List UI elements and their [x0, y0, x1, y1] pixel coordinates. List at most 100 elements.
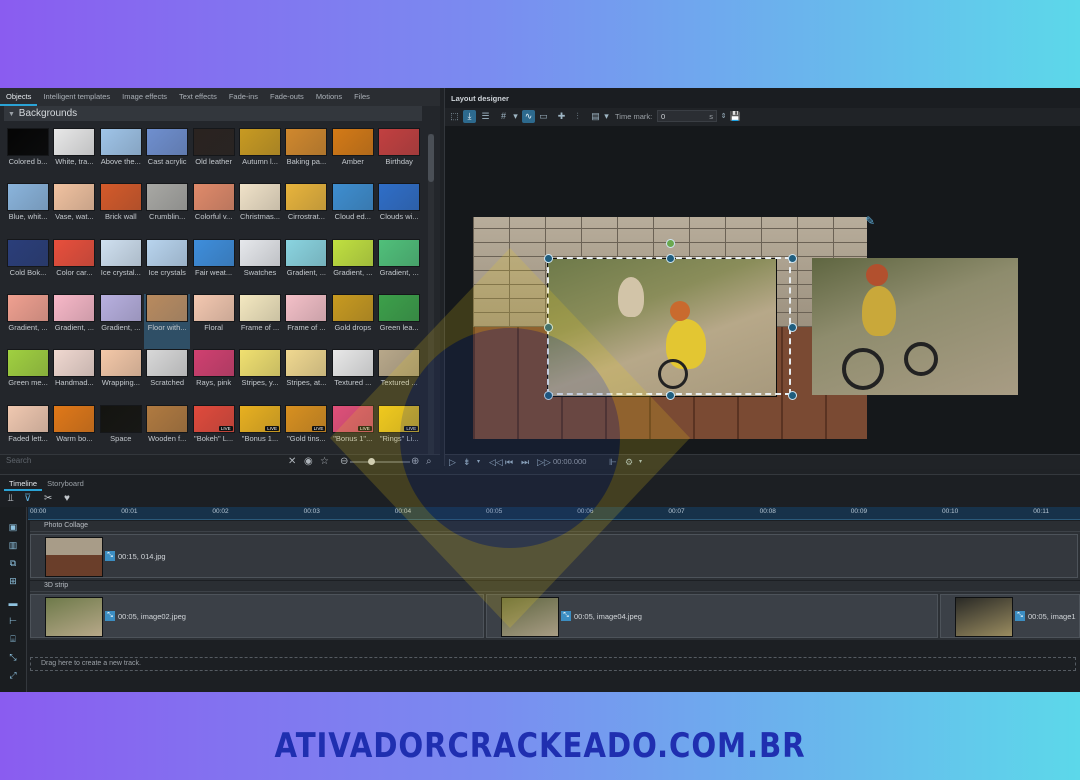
background-tile[interactable]: Gradient, ...: [51, 293, 97, 349]
add-collage-icon[interactable]: ⧉: [7, 557, 19, 569]
background-tile[interactable]: Scratched: [144, 349, 190, 404]
add-image-icon[interactable]: ▣: [7, 521, 19, 533]
time-ruler[interactable]: 00:00 00:01 00:02 00:03 00:04 00:05 00:06 00:07…: [28, 507, 1080, 520]
background-tile[interactable]: Ice crystals: [144, 238, 190, 294]
camera-icon[interactable]: ▭: [537, 110, 550, 123]
background-tile[interactable]: Green lea...: [376, 293, 422, 349]
close-icon[interactable]: ✕: [288, 455, 296, 469]
tab-text-effects[interactable]: Text effects: [173, 88, 223, 106]
selection-box[interactable]: [547, 257, 791, 395]
layout-tool-icon[interactable]: ⤓: [463, 110, 476, 123]
fit-icon[interactable]: ⤢: [7, 669, 19, 681]
heart-icon[interactable]: ♥: [64, 493, 70, 504]
background-tile[interactable]: Wooden f...: [144, 404, 190, 460]
resize-handle[interactable]: [544, 323, 553, 332]
play-dropdown-icon[interactable]: ▾: [477, 455, 480, 469]
background-tile[interactable]: Above the...: [98, 128, 144, 183]
resize-handle[interactable]: [666, 391, 675, 400]
rewind-icon[interactable]: ◁◁: [489, 455, 503, 469]
background-tile[interactable]: Color car...: [51, 238, 97, 294]
play-options-icon[interactable]: ⇟: [463, 455, 471, 469]
side-photo[interactable]: [812, 258, 1018, 395]
search-field[interactable]: Search: [6, 456, 31, 465]
curve-tool-icon[interactable]: ∿: [522, 110, 535, 123]
background-tile[interactable]: Frame of ...: [237, 293, 283, 349]
tab-files[interactable]: Files: [348, 88, 376, 106]
background-tile[interactable]: Space: [98, 404, 144, 460]
steps-icon[interactable]: ⌸: [7, 633, 19, 645]
resize-handle[interactable]: [788, 323, 797, 332]
zoom-out-icon[interactable]: ⊖: [340, 455, 348, 469]
expand-icon[interactable]: ⤡: [7, 651, 19, 663]
background-tile[interactable]: Floral: [191, 293, 237, 349]
forward-icon[interactable]: ▷▷: [537, 455, 551, 469]
playhead-icon[interactable]: ⊽: [24, 493, 31, 504]
zoom-slider[interactable]: [350, 458, 410, 465]
background-tile[interactable]: LIVE "Bokeh" L...: [191, 404, 237, 460]
tab-objects[interactable]: Objects: [0, 88, 38, 106]
background-tile[interactable]: Amber: [330, 128, 376, 183]
background-tile[interactable]: Cast acrylic: [144, 128, 190, 183]
background-tile[interactable]: Faded lett...: [5, 404, 51, 460]
tab-intelligent-templates[interactable]: Intelligent templates: [37, 88, 116, 106]
align-icon[interactable]: ⫶: [571, 110, 584, 123]
background-tile[interactable]: Textured ...: [376, 349, 422, 404]
resize-handle[interactable]: [666, 254, 675, 263]
background-tile[interactable]: Gradient, ...: [98, 293, 144, 349]
track-header-3d-strip[interactable]: 3D strip: [30, 581, 1080, 591]
background-tile[interactable]: Stripes, at...: [283, 349, 329, 404]
background-tile[interactable]: Birthday: [376, 128, 422, 183]
background-tile[interactable]: Cloud ed...: [330, 183, 376, 238]
background-tile[interactable]: Swatches: [237, 238, 283, 294]
timeline-clip[interactable]: ⤡ 00:05, image1: [940, 594, 1080, 638]
background-tile[interactable]: Christmas...: [237, 183, 283, 238]
background-tile[interactable]: Gradient, ...: [330, 238, 376, 294]
background-tile[interactable]: Gold drops: [330, 293, 376, 349]
next-frame-icon[interactable]: ⏭: [521, 455, 529, 469]
format-dropdown-icon[interactable]: ▾: [600, 110, 613, 123]
pen-icon[interactable]: ✎: [865, 214, 875, 228]
background-tile[interactable]: Gradient, ...: [5, 293, 51, 349]
resize-handle[interactable]: [788, 254, 797, 263]
background-tile[interactable]: Handmad...: [51, 349, 97, 404]
background-tile[interactable]: Frame of ...: [283, 293, 329, 349]
save-icon[interactable]: 💾: [729, 110, 742, 123]
background-tile[interactable]: Blue, whit...: [5, 183, 51, 238]
background-tile[interactable]: Cold Bok...: [5, 238, 51, 294]
zoom-slider-knob[interactable]: [368, 458, 375, 465]
background-tile[interactable]: Colored b...: [5, 128, 51, 183]
background-tile[interactable]: Fair weat...: [191, 238, 237, 294]
time-mark-input[interactable]: 0s: [657, 110, 717, 122]
objects-scrollbar[interactable]: [428, 134, 434, 454]
play-icon[interactable]: ▷: [449, 455, 456, 469]
search-icon[interactable]: ⌕: [426, 455, 432, 469]
background-tile[interactable]: Gradient, ...: [283, 238, 329, 294]
background-tile[interactable]: LIVE "Bonus 1...: [237, 404, 283, 460]
track-header-photo-collage[interactable]: Photo Collage: [30, 521, 1080, 531]
markers-icon[interactable]: ⫫: [8, 493, 14, 504]
backgrounds-group-header[interactable]: ▼ Backgrounds: [4, 106, 422, 121]
resize-handle[interactable]: [788, 391, 797, 400]
background-tile[interactable]: Gradient, ...: [376, 238, 422, 294]
background-tile[interactable]: Warm bo...: [51, 404, 97, 460]
background-tile[interactable]: Vase, wat...: [51, 183, 97, 238]
timeline-clip[interactable]: ⤡ 00:15, 014.jpg: [30, 534, 1078, 578]
background-tile[interactable]: Brick wall: [98, 183, 144, 238]
background-tile[interactable]: Rays, pink: [191, 349, 237, 404]
background-tile[interactable]: LIVE "Rings" Li...: [376, 404, 422, 460]
background-tile[interactable]: White, tra...: [51, 128, 97, 183]
tab-image-effects[interactable]: Image effects: [116, 88, 173, 106]
background-tile[interactable]: Cirrostrat...: [283, 183, 329, 238]
cut-icon[interactable]: ✂: [44, 493, 52, 504]
resize-handle[interactable]: [544, 254, 553, 263]
add-strip-icon[interactable]: ▬: [7, 597, 19, 609]
select-tool-icon[interactable]: ⬚: [448, 110, 461, 123]
timeline-clip[interactable]: ⤡ 00:05, image04.jpeg: [486, 594, 938, 638]
eye-icon[interactable]: ◉: [304, 455, 313, 469]
settings-dropdown-icon[interactable]: ▾: [639, 455, 642, 469]
timeline-clip[interactable]: ⤡ 00:05, image02.jpeg: [30, 594, 484, 638]
background-tile[interactable]: Textured ...: [330, 349, 376, 404]
tab-fade-ins[interactable]: Fade-ins: [223, 88, 264, 106]
background-tile[interactable]: Clouds wi...: [376, 183, 422, 238]
tab-timeline[interactable]: Timeline: [4, 477, 43, 491]
